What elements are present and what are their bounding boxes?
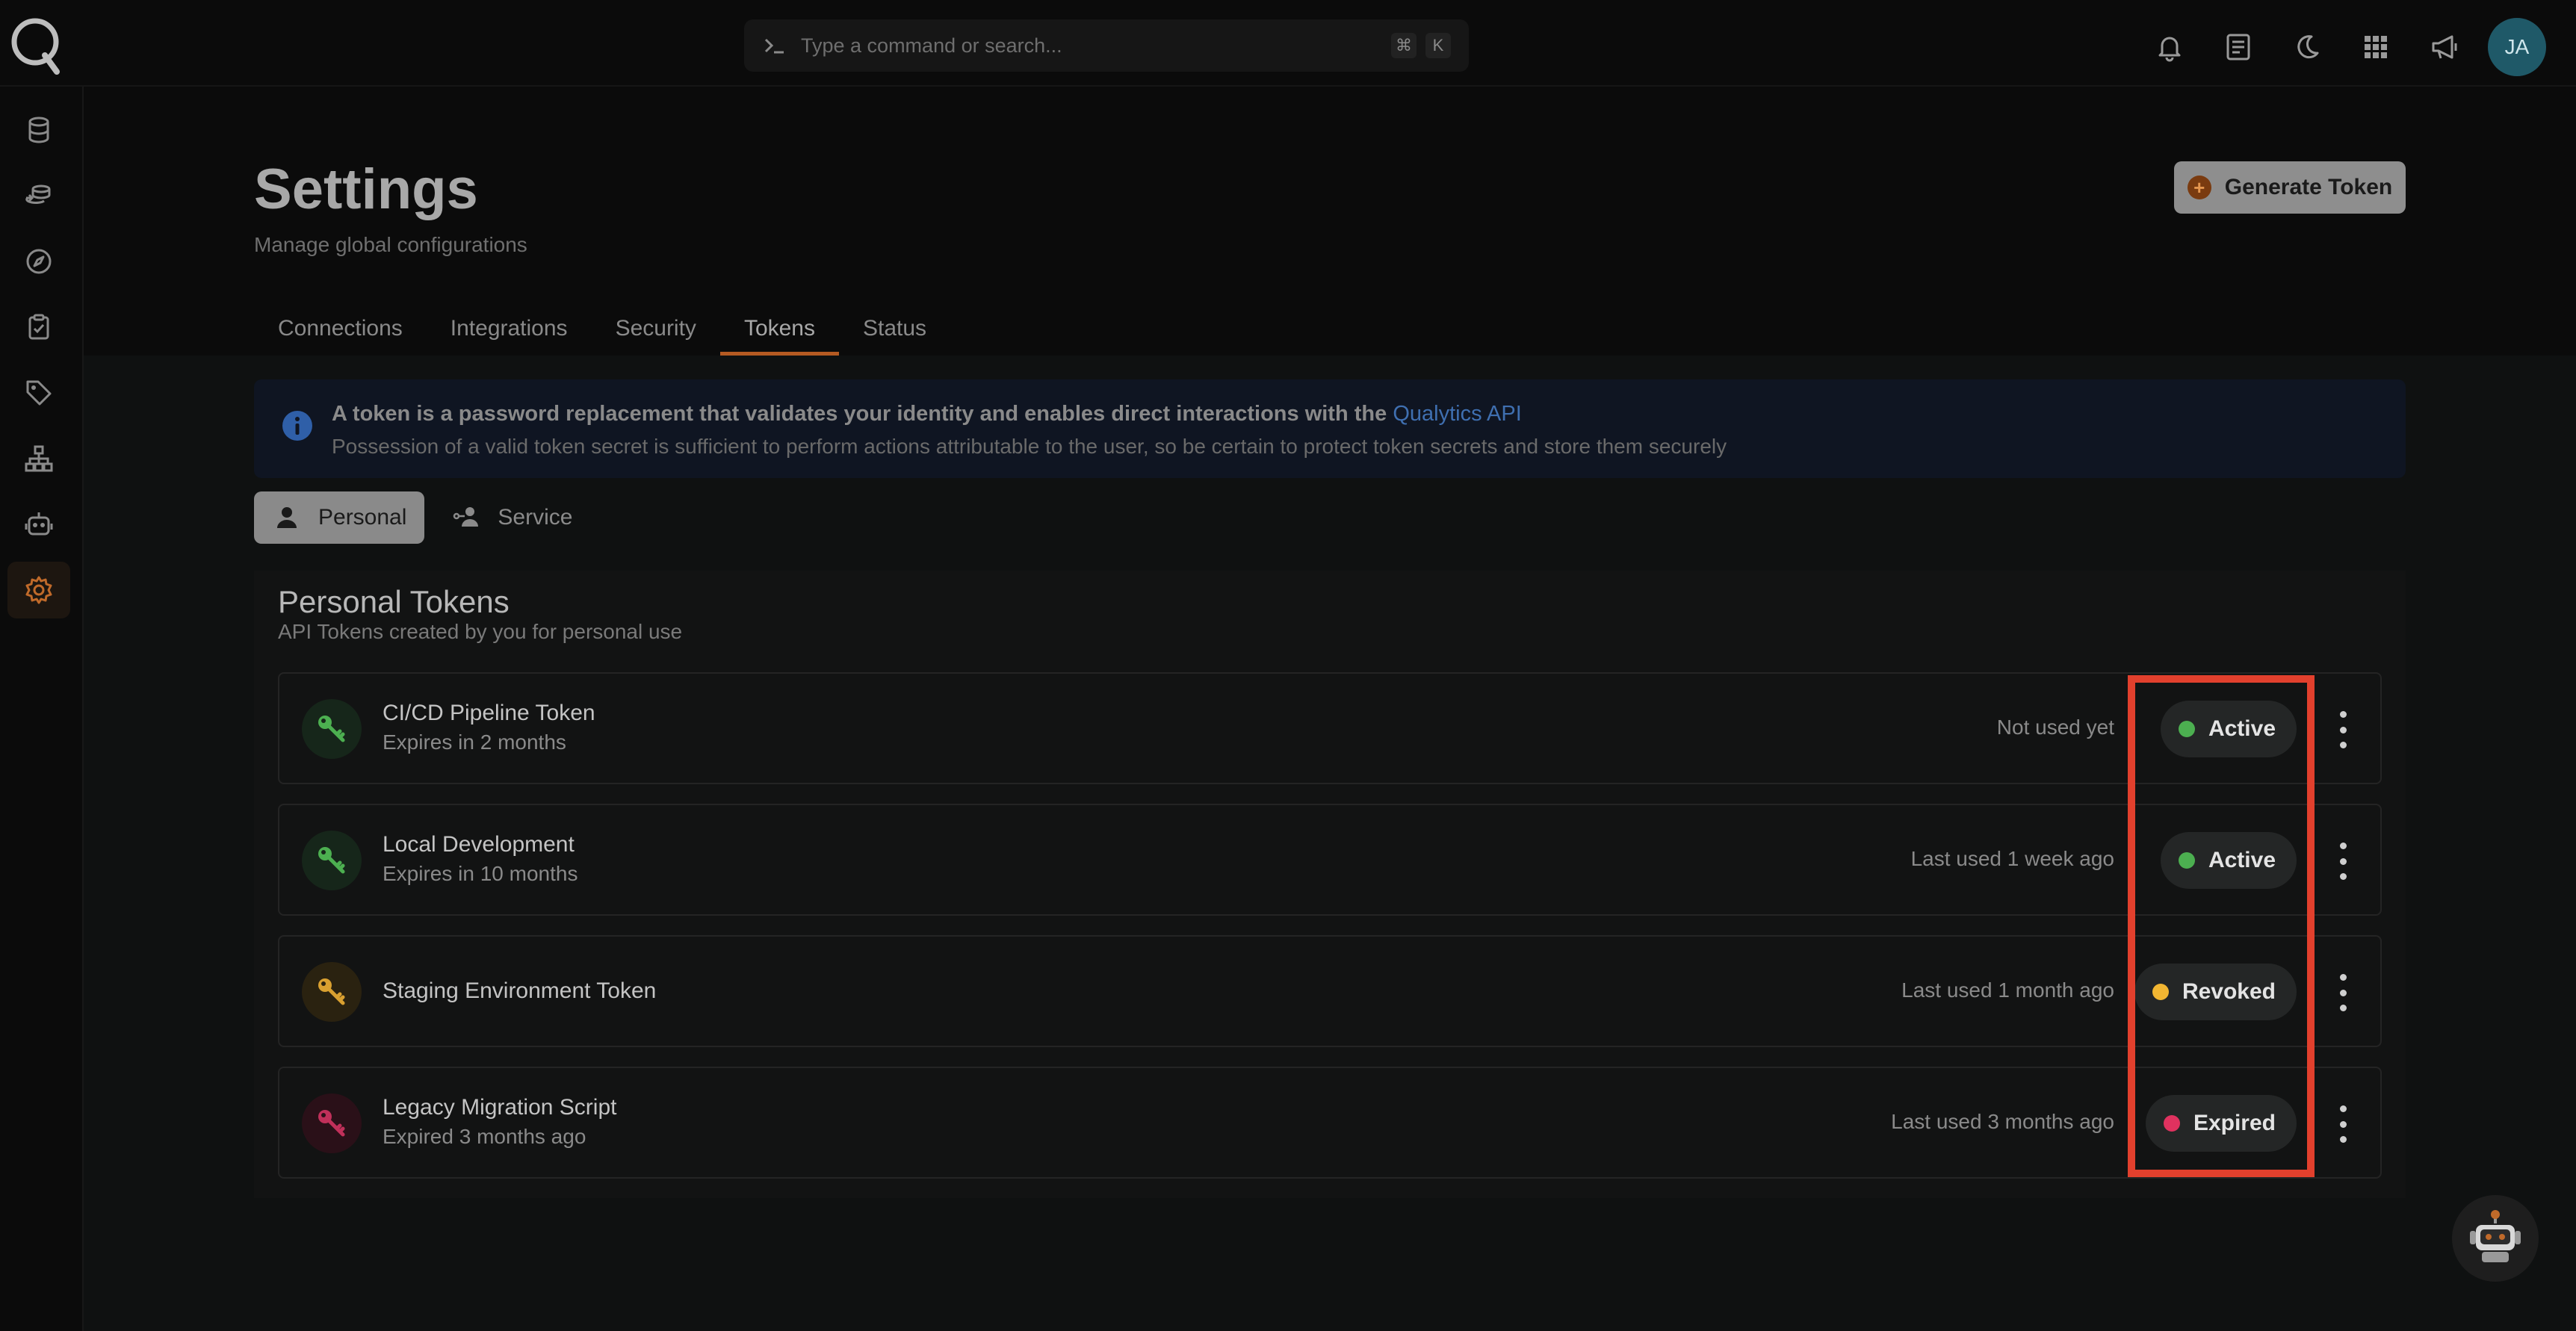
qualytics-logo[interactable] — [7, 12, 63, 76]
info-main-text: A token is a password replacement that v… — [332, 402, 1387, 426]
personal-toggle-button[interactable]: Personal — [254, 491, 425, 544]
page-subtitle: Manage global configurations — [254, 233, 527, 256]
assistant-bot-button[interactable] — [2452, 1195, 2539, 1282]
more-options-icon[interactable] — [2335, 711, 2350, 748]
kbd-k: K — [1425, 33, 1451, 58]
generate-token-label: Generate Token — [2224, 175, 2393, 199]
token-name: Staging Environment Token — [383, 978, 657, 1003]
tab-status[interactable]: Status — [839, 302, 950, 356]
token-expiry: Expired 3 months ago — [383, 1125, 586, 1148]
key-icon — [302, 1093, 362, 1153]
tab-connections[interactable]: Connections — [254, 302, 427, 356]
token-row[interactable]: Staging Environment Token Last used 1 mo… — [278, 935, 2382, 1047]
personal-label: Personal — [318, 505, 407, 530]
top-bar: Type a command or search... ⌘ K JA — [0, 0, 2576, 87]
datastore-icon[interactable] — [7, 102, 70, 158]
person-icon — [277, 507, 297, 528]
info-banner: A token is a password replacement that v… — [254, 379, 2406, 478]
document-icon[interactable] — [2216, 22, 2261, 72]
more-options-icon[interactable] — [2335, 843, 2350, 880]
moon-icon[interactable] — [2285, 22, 2329, 72]
plus-circle-icon: + — [2187, 176, 2211, 199]
robot-icon[interactable] — [7, 496, 70, 553]
key-icon — [302, 962, 362, 1022]
info-text: A token is a password replacement that v… — [332, 402, 1522, 426]
panel-subtitle: API Tokens created by you for personal u… — [278, 620, 683, 643]
tab-security[interactable]: Security — [592, 302, 720, 356]
token-expiry: Expires in 2 months — [383, 730, 566, 754]
megaphone-icon[interactable] — [2422, 22, 2467, 72]
token-row[interactable]: Legacy Migration Script Expired 3 months… — [278, 1067, 2382, 1179]
robot-assistant-icon — [2470, 1210, 2521, 1262]
apps-grid-icon[interactable] — [2353, 22, 2398, 72]
more-options-icon[interactable] — [2335, 1105, 2350, 1143]
command-search-placeholder: Type a command or search... — [801, 34, 1062, 57]
generate-token-button[interactable]: + Generate Token — [2174, 161, 2406, 214]
service-user-icon — [453, 507, 479, 527]
sidebar — [0, 87, 84, 1331]
hierarchy-icon[interactable] — [7, 430, 70, 487]
checklist-icon[interactable] — [7, 299, 70, 356]
tab-tokens[interactable]: Tokens — [719, 302, 840, 356]
personal-tokens-panel: Personal Tokens API Tokens created by yo… — [254, 571, 2406, 1198]
service-toggle-button[interactable]: Service — [433, 491, 590, 544]
service-label: Service — [498, 505, 573, 530]
token-name: Local Development — [383, 832, 575, 857]
token-type-toggle: Personal Service — [254, 491, 599, 544]
layers-icon[interactable] — [7, 167, 70, 224]
status-highlight-box — [2128, 675, 2315, 1177]
token-row[interactable]: CI/CD Pipeline Token Expires in 2 months… — [278, 672, 2382, 784]
token-name: CI/CD Pipeline Token — [383, 701, 595, 725]
token-last-used: Last used 1 week ago — [1910, 847, 2114, 870]
tab-integrations[interactable]: Integrations — [427, 302, 592, 356]
info-icon — [282, 411, 312, 441]
compass-icon[interactable] — [7, 233, 70, 290]
top-icons: JA — [2123, 18, 2546, 76]
more-options-icon[interactable] — [2335, 974, 2350, 1011]
command-search-bar[interactable]: Type a command or search... ⌘ K — [744, 19, 1469, 72]
panel-title: Personal Tokens — [278, 584, 510, 619]
bell-icon[interactable] — [2147, 22, 2192, 72]
key-icon — [302, 831, 362, 890]
token-expiry: Expires in 10 months — [383, 862, 578, 885]
qualytics-api-link[interactable]: Qualytics API — [1393, 402, 1521, 426]
settings-tabs: Connections Integrations Security Tokens… — [254, 302, 950, 356]
token-last-used: Not used yet — [1996, 716, 2114, 739]
gear-icon[interactable] — [7, 562, 70, 618]
kbd-cmd: ⌘ — [1391, 33, 1417, 58]
token-name: Legacy Migration Script — [383, 1095, 617, 1120]
token-last-used: Last used 1 month ago — [1901, 978, 2114, 1002]
tag-icon[interactable] — [7, 364, 70, 421]
info-note: Possession of a valid token secret is su… — [332, 435, 1727, 458]
token-last-used: Last used 3 months ago — [1891, 1110, 2114, 1133]
terminal-prompt-icon — [764, 38, 784, 54]
token-row[interactable]: Local Development Expires in 10 months L… — [278, 804, 2382, 916]
key-icon — [302, 699, 362, 759]
page-title: Settings — [254, 158, 478, 221]
user-avatar[interactable]: JA — [2488, 18, 2546, 76]
